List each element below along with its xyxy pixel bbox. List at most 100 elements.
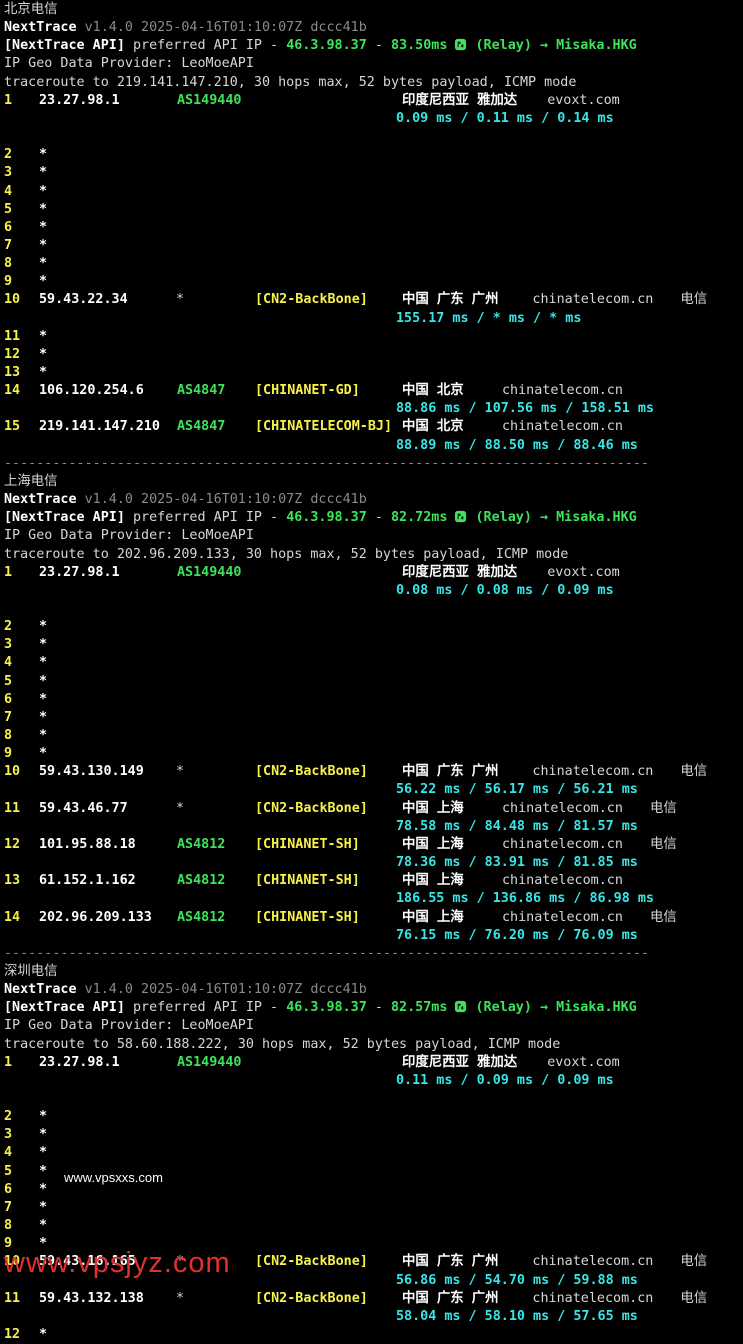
hop-timeout: * <box>39 673 48 689</box>
hop-number: 6 <box>4 691 13 707</box>
hop-number: 5 <box>4 673 13 689</box>
hop-number: 5 <box>4 201 13 217</box>
hop-number: 1 <box>4 564 13 580</box>
hop-number: 8 <box>4 256 13 272</box>
watermark-large: www.vpsjyz.com <box>4 1247 231 1279</box>
hop-timeout: * <box>39 183 48 199</box>
api-ip: 46.3.98.37 <box>286 510 367 526</box>
hop-timeout: * <box>39 728 48 743</box>
hop-rtt: 88.86 ms / 107.56 ms / 158.51 ms <box>396 401 654 417</box>
app-version: v1.4.0 2025-04-16T01:10:07Z dccc41b <box>84 492 367 508</box>
hop-domain: chinatelecom.cn <box>532 1254 654 1270</box>
hop-asn: AS149440 <box>177 92 242 108</box>
hop-rtt: 76.15 ms / 76.20 ms / 76.09 ms <box>396 927 638 943</box>
separator-line: ----------------------------------------… <box>4 945 649 961</box>
api-latency: 82.72ms <box>391 510 448 526</box>
hop-timeout: * <box>39 709 48 725</box>
app-name: NextTrace <box>4 20 77 36</box>
hop-geo: 中国 广东 广州 <box>402 1254 499 1270</box>
app-name: NextTrace <box>4 492 77 508</box>
globe-icon <box>454 510 467 523</box>
api-ip: 46.3.98.37 <box>286 38 367 54</box>
hop-number: 11 <box>4 328 21 344</box>
hop-geo: 中国 北京 <box>402 383 464 399</box>
hop-timeout: * <box>39 1145 48 1161</box>
app-version: v1.4.0 2025-04-16T01:10:07Z dccc41b <box>84 982 367 998</box>
section-title-text: 上海电信 <box>4 473 58 489</box>
hop-tag: [CHINATELECOM-BJ] <box>255 419 393 435</box>
api-dash: - <box>366 510 391 526</box>
hop-ip: 202.96.209.133 <box>39 909 152 925</box>
hop-number: 12 <box>4 836 21 852</box>
hop-geo: 中国 广东 广州 <box>402 292 499 308</box>
geo-provider: IP Geo Data Provider: LeoMoeAPI <box>4 56 254 72</box>
hop-number: 14 <box>4 909 21 925</box>
hop-number: 1 <box>4 1054 13 1070</box>
traceroute-line: traceroute to 202.96.209.133, 30 hops ma… <box>4 546 568 564</box>
hop-number: 4 <box>4 655 13 671</box>
hop-rtt: 0.11 ms / 0.09 ms / 0.09 ms <box>396 1072 614 1088</box>
hop-number: 2 <box>4 147 13 163</box>
hop-timeout: * <box>39 274 48 290</box>
hop-ip: 219.141.147.210 <box>39 419 160 435</box>
hop-timeout: * <box>39 219 48 235</box>
api-line: [NextTrace API] preferred API IP - 46.3.… <box>4 999 637 1017</box>
hop-number: 1 <box>4 92 13 108</box>
hop-ip: 106.120.254.6 <box>39 383 144 399</box>
hop-isp: 电信 <box>680 292 708 308</box>
hop-geo: 中国 上海 <box>402 873 464 889</box>
relay-text: (Relay) → Misaka.HKG <box>467 38 637 54</box>
hop-asn: AS149440 <box>177 1054 242 1070</box>
api-ip: 46.3.98.37 <box>286 1000 367 1016</box>
traceroute-command: traceroute to 202.96.209.133, 30 hops ma… <box>4 546 569 562</box>
hop-tag: [CN2-BackBone] <box>255 1254 368 1270</box>
hop-timeout: * <box>39 237 48 253</box>
hop-number: 9 <box>4 274 13 290</box>
hop-isp: 电信 <box>680 1290 708 1306</box>
hop-tag: [CHINANET-SH] <box>255 873 360 889</box>
hop-rtt: 78.36 ms / 83.91 ms / 81.85 ms <box>396 855 638 871</box>
hop-timeout: * <box>39 1181 48 1197</box>
geo-provider-line: IP Geo Data Provider: LeoMoeAPI <box>4 55 254 73</box>
hop-timeout: * <box>39 165 48 181</box>
geo-provider: IP Geo Data Provider: LeoMoeAPI <box>4 1018 254 1034</box>
hop-number: 6 <box>4 219 13 235</box>
hop-asn: AS4812 <box>177 909 226 925</box>
hop-ip: 59.43.130.149 <box>39 764 144 780</box>
hop-tag: [CHINANET-GD] <box>255 383 360 399</box>
hop-tag: [CHINANET-SH] <box>255 909 360 925</box>
globe-icon <box>454 1000 467 1013</box>
hop-asn: AS149440 <box>177 564 242 580</box>
hop-domain: chinatelecom.cn <box>502 419 623 435</box>
section-title-text: 深圳电信 <box>4 963 58 979</box>
api-latency: 82.57ms <box>391 1000 448 1016</box>
hop-asn: * <box>176 764 185 780</box>
api-line: [NextTrace API] preferred API IP - 46.3.… <box>4 37 637 55</box>
separator-line: ----------------------------------------… <box>4 455 649 471</box>
hop-timeout: * <box>39 346 48 362</box>
hop-tag: [CN2-BackBone] <box>255 764 368 780</box>
app-version: v1.4.0 2025-04-16T01:10:07Z dccc41b <box>84 20 367 36</box>
hop-domain: chinatelecom.cn <box>502 800 623 816</box>
hop-number: 3 <box>4 1127 13 1143</box>
hop-geo: 中国 上海 <box>402 909 464 925</box>
hop-domain: chinatelecom.cn <box>502 909 623 925</box>
hop-timeout: * <box>39 746 48 762</box>
hop-ip: 59.43.132.138 <box>39 1290 144 1306</box>
hop-number: 6 <box>4 1181 13 1197</box>
hop-rtt: 56.86 ms / 54.70 ms / 59.88 ms <box>396 1272 638 1288</box>
hop-timeout: * <box>39 147 48 163</box>
hop-domain: chinatelecom.cn <box>502 383 623 399</box>
api-prefix: [NextTrace API] <box>4 38 125 54</box>
terminal-window: { "app": { "name": "NextTrace", "version… <box>0 0 743 1342</box>
app-version-line: NextTrace v1.4.0 2025-04-16T01:10:07Z dc… <box>4 19 367 37</box>
hop-ip: 61.152.1.162 <box>39 873 136 889</box>
hop-number: 5 <box>4 1163 13 1179</box>
hop-number: 10 <box>4 292 21 308</box>
hop-number: 8 <box>4 728 13 743</box>
hop-geo: 印度尼西亚 雅加达 <box>402 564 518 580</box>
hop-asn: AS4847 <box>177 383 226 399</box>
hop-ip: 23.27.98.1 <box>39 1054 120 1070</box>
hop-rtt: 78.58 ms / 84.48 ms / 81.57 ms <box>396 818 638 834</box>
traceroute-line: traceroute to 58.60.188.222, 30 hops max… <box>4 1036 560 1054</box>
